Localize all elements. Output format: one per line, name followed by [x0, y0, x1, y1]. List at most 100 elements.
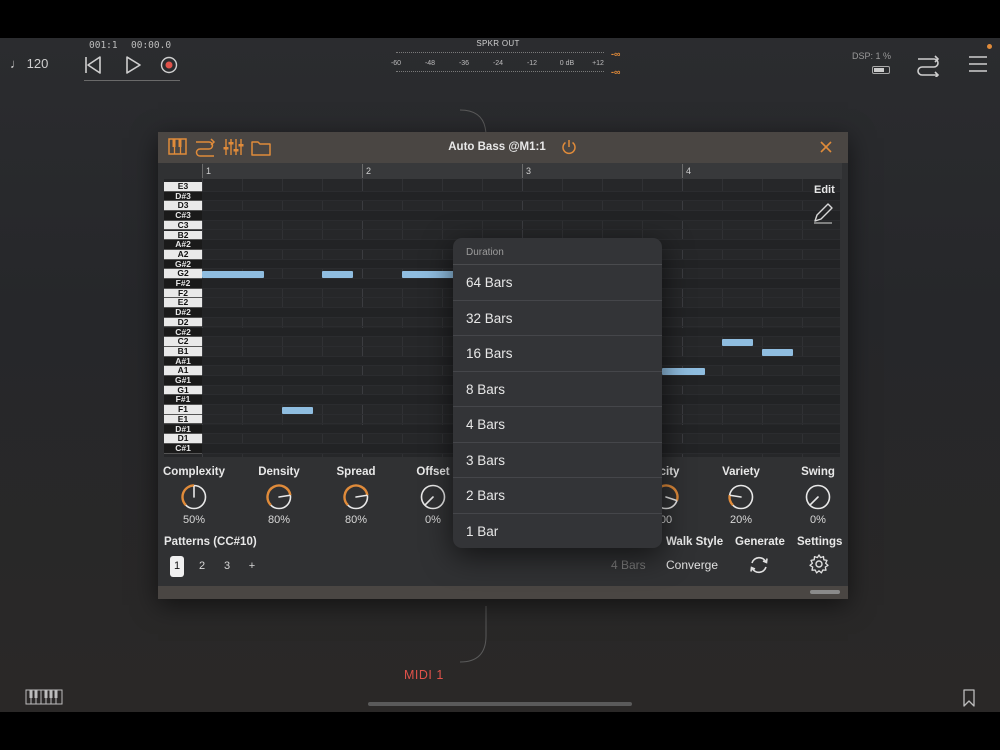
grid-row: [202, 221, 840, 231]
length-selector[interactable]: 4 Bars: [611, 558, 646, 572]
duration-option[interactable]: 4 Bars: [453, 407, 662, 443]
keyboard-button[interactable]: [25, 689, 63, 705]
pattern-3-button[interactable]: 3: [220, 556, 234, 577]
generate-button[interactable]: [748, 554, 770, 576]
rewind-button[interactable]: [80, 52, 106, 78]
meter-scale-tick: -12: [526, 60, 538, 67]
knob-dial-icon[interactable]: [342, 483, 370, 511]
ruler-bar-1: 1: [201, 164, 212, 178]
time-counter: 00:00.0: [131, 40, 172, 51]
dropdown-header: Duration: [453, 238, 662, 265]
resize-handle[interactable]: [810, 590, 840, 594]
position-counter: 001:1: [89, 40, 118, 51]
pencil-icon: [814, 203, 833, 224]
duration-options: 64 Bars 32 Bars 16 Bars 8 Bars 4 Bars 3 Bars 2…: [453, 265, 662, 548]
tempo-display[interactable]: ♩ 120: [10, 56, 48, 71]
duration-option[interactable]: 1 Bar: [453, 514, 662, 549]
plugin-title: Auto Bass @M1:1: [448, 141, 546, 153]
plugin-footer: [158, 586, 848, 599]
note[interactable]: [402, 271, 454, 278]
add-pattern-button[interactable]: +: [245, 556, 259, 577]
knob-swing[interactable]: Swing 0%: [778, 466, 858, 526]
note[interactable]: [282, 407, 313, 414]
meter-scale: -60 -48 -36 -24 -12 0 dB +12: [391, 60, 604, 70]
bookmark-button[interactable]: [961, 689, 977, 707]
knob-dial-icon[interactable]: [265, 483, 293, 511]
knob-dial-icon[interactable]: [727, 483, 755, 511]
note[interactable]: [662, 368, 705, 375]
plugin-power-button[interactable]: [560, 138, 578, 156]
piano-roll-tab[interactable]: [167, 137, 189, 157]
duration-option[interactable]: 3 Bars: [453, 443, 662, 478]
patterns-label: Patterns (CC#10): [164, 536, 257, 548]
output-meter-title: SPKR OUT: [476, 39, 520, 48]
duration-dropdown: Duration 64 Bars 32 Bars 16 Bars 8 Bars 4 Ba…: [453, 238, 662, 548]
routing-tab[interactable]: [194, 137, 216, 157]
edit-mode-button[interactable]: [812, 202, 834, 224]
bar-ruler[interactable]: 1 2 3 4: [201, 163, 842, 179]
rewind-icon: [85, 56, 101, 74]
knob-dial-icon[interactable]: [804, 483, 832, 511]
knob-value: 80%: [267, 514, 291, 526]
transport-underline: [84, 80, 180, 81]
knob-dial-icon[interactable]: [180, 483, 208, 511]
main-menu-button[interactable]: [967, 53, 989, 75]
meter-scale-tick: -24: [492, 60, 504, 67]
duration-option[interactable]: 8 Bars: [453, 372, 662, 407]
record-button[interactable]: [156, 52, 182, 78]
routing-icon: [917, 55, 940, 79]
play-button[interactable]: [120, 52, 146, 78]
duration-option[interactable]: 2 Bars: [453, 478, 662, 514]
gear-icon: [809, 554, 829, 574]
midi-track-label[interactable]: MIDI 1: [404, 668, 444, 682]
piano-keyboard[interactable]: E3 D#3 D3 C#3 C3 B2 A#2 A2 G#2 G2 F#2 F2 E2 D#2 D2 C#2 C…: [164, 179, 202, 457]
note[interactable]: [762, 349, 793, 356]
play-icon: [126, 56, 141, 74]
pattern-2-button[interactable]: 2: [195, 556, 209, 577]
mixer-tab[interactable]: [222, 137, 244, 157]
close-plugin-button[interactable]: [818, 139, 834, 155]
duration-option[interactable]: 16 Bars: [453, 336, 662, 372]
knob-variety[interactable]: Variety 20%: [701, 466, 781, 526]
walk-style-label: Walk Style: [666, 536, 724, 548]
settings-label: Settings: [797, 536, 843, 548]
knob-complexity[interactable]: Complexity 50%: [154, 466, 234, 526]
knob-density[interactable]: Density 80%: [239, 466, 319, 526]
sliders-icon: [223, 139, 244, 155]
generate-label: Generate: [735, 536, 785, 548]
settings-button[interactable]: [808, 553, 830, 575]
knob-label: Density: [258, 466, 300, 478]
knob-label: Swing: [801, 466, 835, 478]
note[interactable]: [322, 271, 353, 278]
hamburger-icon: [969, 56, 987, 72]
pattern-1-button[interactable]: 1: [170, 556, 184, 577]
keyboard-icon: [25, 689, 63, 705]
meter-scale-tick: -48: [424, 60, 436, 67]
battery-icon: [872, 66, 890, 74]
notification-dot: [987, 44, 992, 49]
grid-row: [202, 211, 840, 221]
duration-option[interactable]: 64 Bars: [453, 265, 662, 301]
screen: ♩ 120 001:1 00:00.0 SPKR OUT -60 -48 -36 -2…: [0, 38, 1000, 712]
knob-label: Variety: [722, 466, 760, 478]
walk-style-selector[interactable]: Converge: [666, 558, 718, 572]
plugin-header: Auto Bass @M1:1: [158, 132, 848, 163]
routing-button[interactable]: [915, 53, 941, 79]
ruler-bar-4: 4: [681, 164, 692, 178]
duration-option[interactable]: 32 Bars: [453, 301, 662, 336]
home-indicator[interactable]: [368, 702, 632, 706]
piano-key[interactable]: C#1: [164, 443, 202, 454]
presets-tab[interactable]: [250, 137, 272, 157]
knob-spread[interactable]: Spread 80%: [316, 466, 396, 526]
note[interactable]: [722, 339, 753, 346]
grid-row: [202, 191, 840, 202]
output-meter: -60 -48 -36 -24 -12 0 dB +12 -∞ -∞: [391, 49, 622, 79]
knob-value: 50%: [182, 514, 206, 526]
grid-row: [202, 201, 840, 212]
meter-scale-tick: +12: [592, 60, 604, 67]
close-icon: [820, 141, 832, 153]
knob-value: 20%: [729, 514, 753, 526]
peak-readout-right: -∞: [611, 67, 621, 77]
note[interactable]: [202, 271, 264, 278]
knob-dial-icon[interactable]: [419, 483, 447, 511]
